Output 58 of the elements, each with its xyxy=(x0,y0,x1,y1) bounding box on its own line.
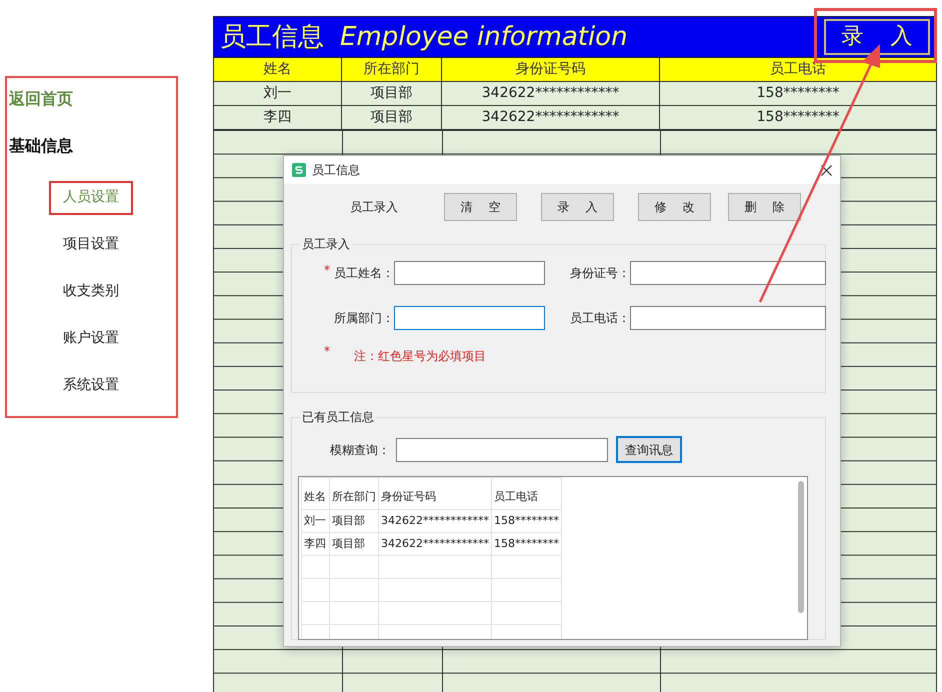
table-cell: 158******** xyxy=(492,510,562,532)
dialog-title: 员工信息 xyxy=(312,162,360,179)
field-label: 员工电话： xyxy=(570,310,630,327)
action-button[interactable]: 录 入 xyxy=(541,193,614,221)
column-header: 姓名 xyxy=(213,58,342,82)
table-cell: 刘一 xyxy=(302,510,330,532)
required-mark: * xyxy=(324,262,331,279)
column-header: 姓名 xyxy=(302,478,330,510)
group-title: 已有员工信息 xyxy=(300,409,376,425)
table-cell: 158******** xyxy=(660,82,937,106)
table-cell: 项目部 xyxy=(330,510,378,532)
close-button[interactable] xyxy=(821,162,832,178)
action-button[interactable]: 清 空 xyxy=(444,193,517,221)
table-cell: 项目部 xyxy=(342,82,442,106)
sidebar-heading: 基础信息 xyxy=(9,135,74,157)
group-title: 员工录入 xyxy=(300,236,352,252)
table-cell: 项目部 xyxy=(330,532,378,556)
sidebar-item[interactable]: 项目设置 xyxy=(49,228,133,262)
table-cell: 158******** xyxy=(492,532,562,556)
sidebar-item[interactable]: 系统设置 xyxy=(49,369,133,403)
search-field[interactable] xyxy=(396,438,608,462)
table-cell: 158******** xyxy=(660,106,937,130)
column-header: 身份证号码 xyxy=(442,58,660,82)
column-header: 所在部门 xyxy=(342,58,442,82)
field-label: 身份证号： xyxy=(570,265,630,282)
table-cell: 342622************ xyxy=(442,106,660,130)
column-header: 所在部门 xyxy=(330,478,378,510)
required-mark: * xyxy=(324,343,331,360)
toolbar-label: 员工录入 xyxy=(350,199,399,216)
sheet-subtitle: Employee information xyxy=(340,20,628,54)
action-button[interactable]: 删 除 xyxy=(728,193,801,221)
table-cell: 李四 xyxy=(213,106,342,130)
input-field[interactable] xyxy=(630,306,826,330)
table-cell: 李四 xyxy=(302,532,330,556)
input-field[interactable] xyxy=(394,306,545,330)
table-cell: 342622************ xyxy=(378,510,492,532)
field-label: 员工姓名： xyxy=(334,265,394,282)
scrollbar-thumb[interactable] xyxy=(798,481,804,613)
action-button[interactable]: 修 改 xyxy=(638,193,711,221)
home-link[interactable]: 返回首页 xyxy=(9,88,176,135)
table-cell: 刘一 xyxy=(213,82,342,106)
sidebar-item[interactable]: 账户设置 xyxy=(49,322,133,356)
sidebar-item[interactable]: 收支类别 xyxy=(49,275,133,309)
field-label: 模糊查询： xyxy=(330,442,391,458)
sheet-title: 员工信息 xyxy=(220,20,324,54)
search-button[interactable]: 查询讯息 xyxy=(616,436,682,463)
app-icon xyxy=(292,163,306,177)
column-header: 身份证号码 xyxy=(378,478,492,510)
table-cell: 342622************ xyxy=(442,82,660,106)
sidebar-item[interactable]: 人员设置 xyxy=(49,181,133,215)
table-cell: 342622************ xyxy=(378,532,492,556)
entry-button[interactable]: 录 入 xyxy=(824,19,930,55)
note-text: 注：红色星号为必填项目 xyxy=(354,348,486,365)
column-header: 员工电话 xyxy=(492,478,562,510)
field-label: 所属部门： xyxy=(334,310,394,327)
input-field[interactable] xyxy=(630,261,826,285)
table-cell: 项目部 xyxy=(342,106,442,130)
input-field[interactable] xyxy=(394,261,545,285)
